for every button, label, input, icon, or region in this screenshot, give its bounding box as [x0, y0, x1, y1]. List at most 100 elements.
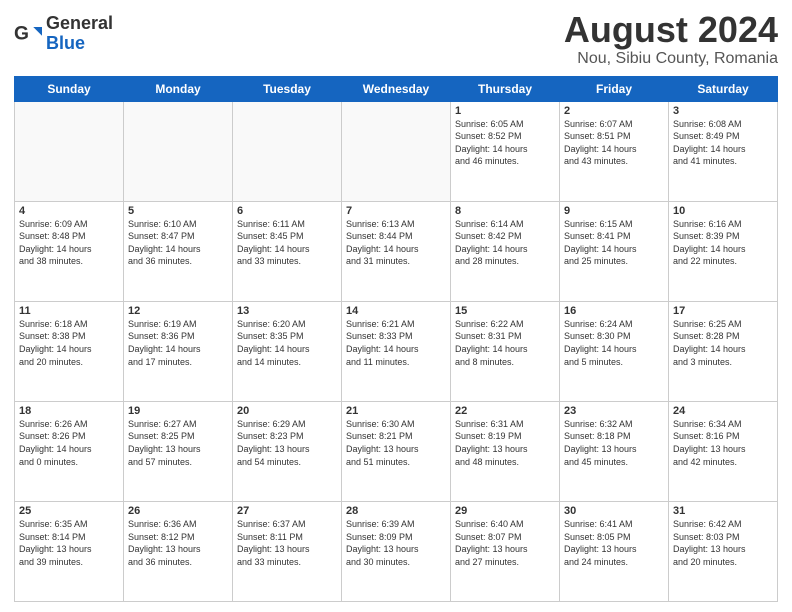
calendar-header-tuesday: Tuesday	[233, 76, 342, 101]
calendar-cell: 11Sunrise: 6:18 AM Sunset: 8:38 PM Dayli…	[15, 301, 124, 401]
day-info: Sunrise: 6:05 AM Sunset: 8:52 PM Dayligh…	[455, 118, 555, 168]
calendar-cell	[233, 101, 342, 201]
day-info: Sunrise: 6:15 AM Sunset: 8:41 PM Dayligh…	[564, 218, 664, 268]
calendar-cell	[342, 101, 451, 201]
day-number: 8	[455, 205, 555, 217]
calendar-cell: 27Sunrise: 6:37 AM Sunset: 8:11 PM Dayli…	[233, 501, 342, 601]
logo: G General Blue	[14, 14, 113, 54]
calendar-cell: 18Sunrise: 6:26 AM Sunset: 8:26 PM Dayli…	[15, 401, 124, 501]
calendar-header-friday: Friday	[560, 76, 669, 101]
calendar-cell: 19Sunrise: 6:27 AM Sunset: 8:25 PM Dayli…	[124, 401, 233, 501]
day-info: Sunrise: 6:29 AM Sunset: 8:23 PM Dayligh…	[237, 418, 337, 468]
day-info: Sunrise: 6:25 AM Sunset: 8:28 PM Dayligh…	[673, 318, 773, 368]
calendar-cell: 9Sunrise: 6:15 AM Sunset: 8:41 PM Daylig…	[560, 201, 669, 301]
day-info: Sunrise: 6:39 AM Sunset: 8:09 PM Dayligh…	[346, 518, 446, 568]
day-number: 4	[19, 205, 119, 217]
day-number: 15	[455, 305, 555, 317]
day-info: Sunrise: 6:16 AM Sunset: 8:39 PM Dayligh…	[673, 218, 773, 268]
calendar-cell: 1Sunrise: 6:05 AM Sunset: 8:52 PM Daylig…	[451, 101, 560, 201]
logo-general: General	[46, 14, 113, 34]
day-info: Sunrise: 6:22 AM Sunset: 8:31 PM Dayligh…	[455, 318, 555, 368]
day-number: 24	[673, 405, 773, 417]
calendar-cell: 16Sunrise: 6:24 AM Sunset: 8:30 PM Dayli…	[560, 301, 669, 401]
calendar-cell: 12Sunrise: 6:19 AM Sunset: 8:36 PM Dayli…	[124, 301, 233, 401]
calendar-cell: 22Sunrise: 6:31 AM Sunset: 8:19 PM Dayli…	[451, 401, 560, 501]
calendar-cell: 24Sunrise: 6:34 AM Sunset: 8:16 PM Dayli…	[669, 401, 778, 501]
day-number: 25	[19, 505, 119, 517]
day-number: 6	[237, 205, 337, 217]
calendar-cell: 29Sunrise: 6:40 AM Sunset: 8:07 PM Dayli…	[451, 501, 560, 601]
day-info: Sunrise: 6:26 AM Sunset: 8:26 PM Dayligh…	[19, 418, 119, 468]
day-info: Sunrise: 6:30 AM Sunset: 8:21 PM Dayligh…	[346, 418, 446, 468]
day-number: 12	[128, 305, 228, 317]
calendar-cell: 13Sunrise: 6:20 AM Sunset: 8:35 PM Dayli…	[233, 301, 342, 401]
calendar-cell: 6Sunrise: 6:11 AM Sunset: 8:45 PM Daylig…	[233, 201, 342, 301]
calendar-cell	[124, 101, 233, 201]
calendar-week-5: 25Sunrise: 6:35 AM Sunset: 8:14 PM Dayli…	[15, 501, 778, 601]
day-info: Sunrise: 6:07 AM Sunset: 8:51 PM Dayligh…	[564, 118, 664, 168]
calendar-cell: 7Sunrise: 6:13 AM Sunset: 8:44 PM Daylig…	[342, 201, 451, 301]
calendar-cell: 8Sunrise: 6:14 AM Sunset: 8:42 PM Daylig…	[451, 201, 560, 301]
day-number: 27	[237, 505, 337, 517]
logo-icon: G	[14, 20, 42, 48]
page: G General Blue August 2024 Nou, Sibiu Co…	[0, 0, 792, 612]
day-number: 3	[673, 105, 773, 117]
calendar-cell: 25Sunrise: 6:35 AM Sunset: 8:14 PM Dayli…	[15, 501, 124, 601]
subtitle: Nou, Sibiu County, Romania	[564, 50, 778, 68]
day-info: Sunrise: 6:24 AM Sunset: 8:30 PM Dayligh…	[564, 318, 664, 368]
calendar-week-2: 4Sunrise: 6:09 AM Sunset: 8:48 PM Daylig…	[15, 201, 778, 301]
calendar-cell: 17Sunrise: 6:25 AM Sunset: 8:28 PM Dayli…	[669, 301, 778, 401]
calendar-cell: 30Sunrise: 6:41 AM Sunset: 8:05 PM Dayli…	[560, 501, 669, 601]
day-info: Sunrise: 6:41 AM Sunset: 8:05 PM Dayligh…	[564, 518, 664, 568]
day-info: Sunrise: 6:42 AM Sunset: 8:03 PM Dayligh…	[673, 518, 773, 568]
day-info: Sunrise: 6:34 AM Sunset: 8:16 PM Dayligh…	[673, 418, 773, 468]
day-number: 23	[564, 405, 664, 417]
day-number: 10	[673, 205, 773, 217]
day-info: Sunrise: 6:35 AM Sunset: 8:14 PM Dayligh…	[19, 518, 119, 568]
calendar-cell: 5Sunrise: 6:10 AM Sunset: 8:47 PM Daylig…	[124, 201, 233, 301]
day-number: 19	[128, 405, 228, 417]
calendar-header-saturday: Saturday	[669, 76, 778, 101]
day-info: Sunrise: 6:10 AM Sunset: 8:47 PM Dayligh…	[128, 218, 228, 268]
day-number: 26	[128, 505, 228, 517]
calendar-cell: 21Sunrise: 6:30 AM Sunset: 8:21 PM Dayli…	[342, 401, 451, 501]
day-number: 2	[564, 105, 664, 117]
day-number: 11	[19, 305, 119, 317]
svg-text:G: G	[14, 23, 29, 44]
day-number: 28	[346, 505, 446, 517]
calendar-header-row: SundayMondayTuesdayWednesdayThursdayFrid…	[15, 76, 778, 101]
calendar-cell: 3Sunrise: 6:08 AM Sunset: 8:49 PM Daylig…	[669, 101, 778, 201]
calendar-week-3: 11Sunrise: 6:18 AM Sunset: 8:38 PM Dayli…	[15, 301, 778, 401]
day-info: Sunrise: 6:09 AM Sunset: 8:48 PM Dayligh…	[19, 218, 119, 268]
day-info: Sunrise: 6:27 AM Sunset: 8:25 PM Dayligh…	[128, 418, 228, 468]
day-info: Sunrise: 6:18 AM Sunset: 8:38 PM Dayligh…	[19, 318, 119, 368]
main-title: August 2024	[564, 10, 778, 50]
calendar-header-wednesday: Wednesday	[342, 76, 451, 101]
day-number: 1	[455, 105, 555, 117]
day-info: Sunrise: 6:36 AM Sunset: 8:12 PM Dayligh…	[128, 518, 228, 568]
day-number: 20	[237, 405, 337, 417]
day-info: Sunrise: 6:37 AM Sunset: 8:11 PM Dayligh…	[237, 518, 337, 568]
calendar-cell: 23Sunrise: 6:32 AM Sunset: 8:18 PM Dayli…	[560, 401, 669, 501]
day-number: 13	[237, 305, 337, 317]
day-number: 5	[128, 205, 228, 217]
calendar-cell: 2Sunrise: 6:07 AM Sunset: 8:51 PM Daylig…	[560, 101, 669, 201]
day-info: Sunrise: 6:14 AM Sunset: 8:42 PM Dayligh…	[455, 218, 555, 268]
day-number: 22	[455, 405, 555, 417]
day-info: Sunrise: 6:08 AM Sunset: 8:49 PM Dayligh…	[673, 118, 773, 168]
day-number: 18	[19, 405, 119, 417]
day-info: Sunrise: 6:19 AM Sunset: 8:36 PM Dayligh…	[128, 318, 228, 368]
day-info: Sunrise: 6:11 AM Sunset: 8:45 PM Dayligh…	[237, 218, 337, 268]
day-info: Sunrise: 6:13 AM Sunset: 8:44 PM Dayligh…	[346, 218, 446, 268]
calendar-cell: 31Sunrise: 6:42 AM Sunset: 8:03 PM Dayli…	[669, 501, 778, 601]
title-block: August 2024 Nou, Sibiu County, Romania	[564, 10, 778, 68]
calendar-header-monday: Monday	[124, 76, 233, 101]
day-number: 7	[346, 205, 446, 217]
day-number: 30	[564, 505, 664, 517]
calendar-cell: 20Sunrise: 6:29 AM Sunset: 8:23 PM Dayli…	[233, 401, 342, 501]
calendar-table: SundayMondayTuesdayWednesdayThursdayFrid…	[14, 76, 778, 602]
calendar-cell: 15Sunrise: 6:22 AM Sunset: 8:31 PM Dayli…	[451, 301, 560, 401]
day-info: Sunrise: 6:40 AM Sunset: 8:07 PM Dayligh…	[455, 518, 555, 568]
day-number: 14	[346, 305, 446, 317]
day-number: 9	[564, 205, 664, 217]
